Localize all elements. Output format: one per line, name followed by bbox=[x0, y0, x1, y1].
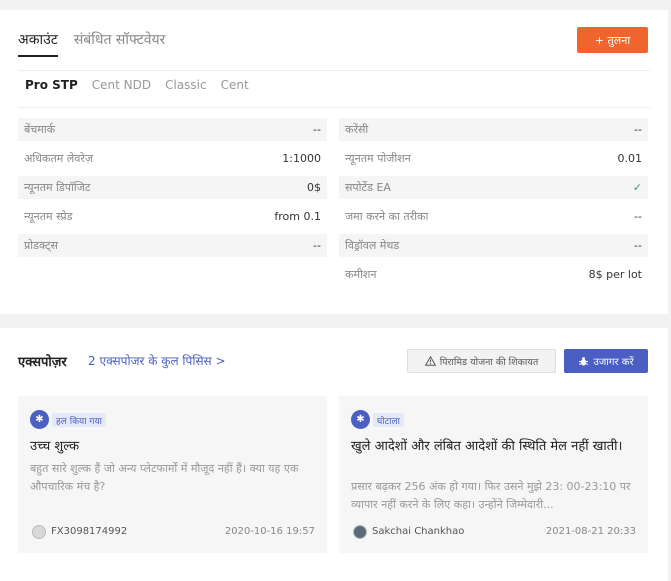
spec-label: करेंसी bbox=[345, 123, 369, 136]
tab-related-software[interactable]: संबंधित सॉफ्टवेयर bbox=[74, 30, 166, 57]
expose-label: उजागर करें bbox=[593, 357, 634, 368]
tab-classic[interactable]: Classic bbox=[165, 78, 207, 92]
spec-value: -- bbox=[634, 239, 642, 252]
spec-label: सपोर्टेड EA bbox=[345, 181, 391, 194]
spec-label: जमा करने का तरीका bbox=[345, 210, 429, 223]
spec-row-min-spread: न्यूनतम स्प्रेड from 0.1 bbox=[18, 205, 327, 228]
spec-row-min-deposit: न्यूनतम डिपॉजिट 0$ bbox=[18, 176, 327, 199]
divider bbox=[18, 107, 650, 108]
status-badge: हल किया गया bbox=[52, 413, 107, 427]
spec-row-currency: करेंसी -- bbox=[339, 118, 648, 141]
exposure-post[interactable]: ✱ हल किया गया उच्च शुल्क बहुत सारे शुल्क… bbox=[18, 396, 327, 553]
spec-value: -- bbox=[634, 123, 642, 136]
bug-icon: ✱ bbox=[351, 410, 370, 429]
spec-row-commission: कमीशन 8$ per lot bbox=[339, 263, 648, 286]
spec-row-supported-ea: सपोर्टेड EA ✓ bbox=[339, 176, 648, 199]
spec-value: 8$ per lot bbox=[588, 268, 642, 281]
tab-account[interactable]: अकाउंट bbox=[18, 30, 58, 57]
warning-icon bbox=[424, 356, 436, 366]
spec-row-min-position: न्यूनतम पोजीशन 0.01 bbox=[339, 147, 648, 170]
spec-label: कमीशन bbox=[345, 268, 377, 281]
expose-button[interactable]: उजागर करें bbox=[564, 349, 648, 373]
post-body: बहुत सारे शुल्क हैं जो अन्य प्लेटफार्मों… bbox=[30, 462, 299, 493]
post-username: Sakchai Chankhao bbox=[372, 526, 465, 537]
spec-label: प्रोडक्ट्स bbox=[24, 239, 58, 252]
spec-label: विड्रॉवल मेथड bbox=[345, 239, 400, 252]
pyramid-complaint-label: पिरामिड योजना की शिकायत bbox=[439, 356, 539, 368]
spec-value: 0$ bbox=[307, 181, 321, 194]
bug-icon bbox=[579, 356, 589, 366]
status-badge: घोटाला bbox=[373, 413, 404, 427]
post-date: 2020-10-16 19:57 bbox=[224, 526, 315, 537]
spec-label: बेंचमार्क bbox=[24, 123, 56, 136]
spec-row-withdrawal-method: विड्रॉवल मेथड -- bbox=[339, 234, 648, 257]
post-title[interactable]: खुले आदेशों और लंबित आदेशों की स्थिति मे… bbox=[351, 438, 636, 456]
spec-row-benchmark: बेंचमार्क -- bbox=[18, 118, 327, 141]
spec-row-max-leverage: अधिकतम लेवरेज़ 1:1000 bbox=[18, 147, 327, 170]
spec-label: न्यूनतम स्प्रेड bbox=[24, 210, 73, 223]
post-body: प्रसार बढ़कर 256 अंक हो गया। फिर उसने मु… bbox=[351, 480, 631, 511]
spec-label: अधिकतम लेवरेज़ bbox=[24, 152, 94, 165]
exposure-count-link[interactable]: 2 एक्सपोजर के कुल पिसिस > bbox=[88, 352, 226, 369]
top-tabs: अकाउंट संबंधित सॉफ्टवेयर bbox=[18, 30, 165, 57]
account-card: अकाउंट संबंधित सॉफ्टवेयर + तुलना Pro STP… bbox=[0, 10, 668, 314]
post-username: FX3098174992 bbox=[51, 526, 128, 537]
exposure-card: एक्सपोज़र 2 एक्सपोजर के कुल पिसिस > पिरा… bbox=[0, 328, 668, 581]
spec-row-deposit-method: जमा करने का तरीका -- bbox=[339, 205, 648, 228]
avatar bbox=[353, 525, 367, 539]
exposure-title: एक्सपोज़र bbox=[18, 355, 67, 370]
avatar bbox=[32, 525, 46, 539]
divider bbox=[18, 70, 650, 71]
spec-value: from 0.1 bbox=[274, 210, 321, 223]
spec-value: 1:1000 bbox=[282, 152, 321, 165]
account-type-tabs: Pro STP Cent NDD Classic Cent bbox=[25, 78, 249, 92]
bug-icon: ✱ bbox=[30, 410, 49, 429]
spec-value: -- bbox=[313, 123, 321, 136]
check-icon: ✓ bbox=[632, 181, 642, 194]
tab-pro-stp[interactable]: Pro STP bbox=[25, 78, 78, 92]
spec-row-products: प्रोडक्ट्स -- bbox=[18, 234, 327, 257]
post-title[interactable]: उच्च शुल्क bbox=[30, 438, 315, 456]
spec-label: न्यूनतम डिपॉजिट bbox=[24, 181, 91, 194]
tab-cent[interactable]: Cent bbox=[221, 78, 249, 92]
compare-button[interactable]: + तुलना bbox=[577, 27, 648, 53]
pyramid-complaint-button[interactable]: पिरामिड योजना की शिकायत bbox=[407, 349, 556, 373]
spec-value: -- bbox=[313, 239, 321, 252]
spec-value: -- bbox=[634, 210, 642, 223]
exposure-post[interactable]: ✱ घोटाला खुले आदेशों और लंबित आदेशों की … bbox=[339, 396, 648, 553]
post-date: 2021-08-21 20:33 bbox=[545, 526, 636, 537]
spec-value: 0.01 bbox=[617, 152, 643, 165]
spec-label: न्यूनतम पोजीशन bbox=[345, 152, 411, 165]
tab-cent-ndd[interactable]: Cent NDD bbox=[92, 78, 151, 92]
